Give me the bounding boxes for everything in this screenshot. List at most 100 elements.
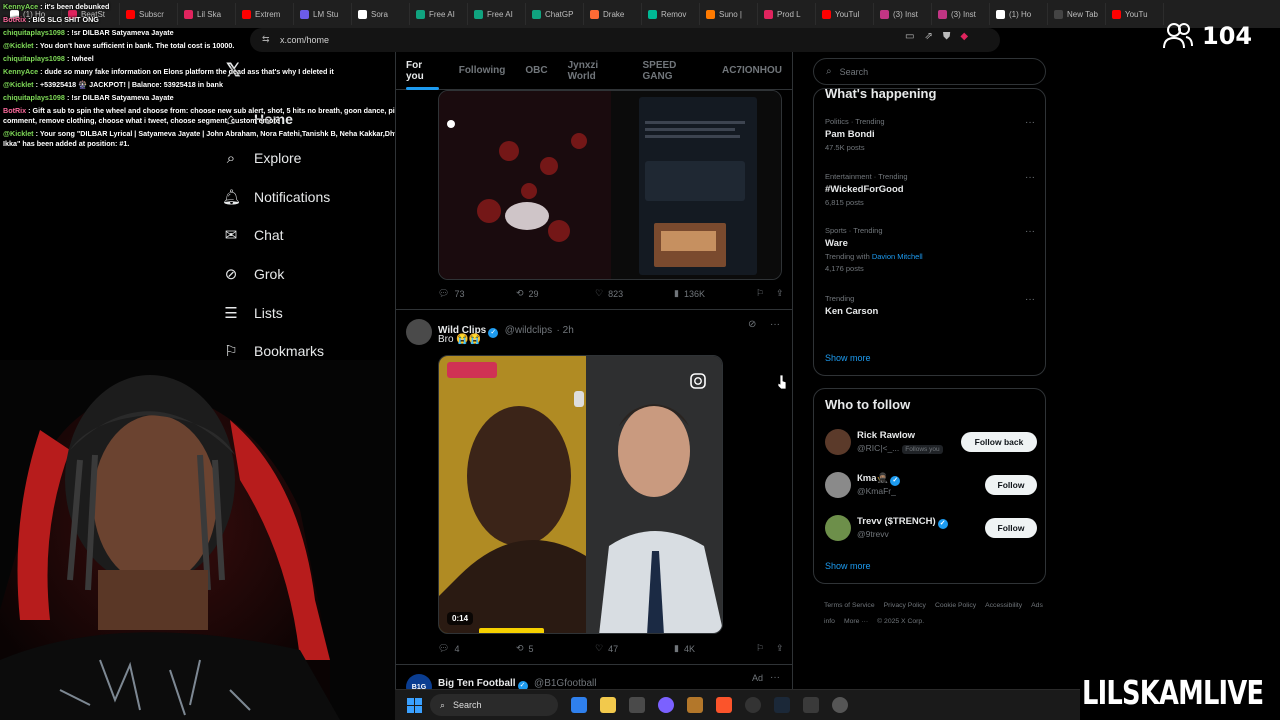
avatar[interactable] bbox=[825, 429, 851, 455]
repost-button[interactable]: ⟲ 5 bbox=[516, 643, 595, 654]
trend-item[interactable]: Trending Ken Carson ··· bbox=[825, 294, 1035, 317]
show-more-follow-link[interactable]: Show more bbox=[825, 561, 871, 571]
more-options-icon[interactable]: ··· bbox=[1025, 226, 1035, 237]
chat-username[interactable]: chiquitaplays1098 bbox=[3, 28, 65, 37]
nav-item-chat[interactable]: ✉ Chat bbox=[222, 216, 392, 255]
trend-item[interactable]: Entertainment · Trending #WickedForGood 6,… bbox=[825, 172, 1035, 207]
suggested-user-name[interactable]: Rick Rawlow bbox=[857, 430, 915, 441]
post-media-image[interactable] bbox=[438, 90, 782, 280]
extension-icon[interactable]: ◆ bbox=[960, 31, 968, 42]
author-name[interactable]: Big Ten Football bbox=[438, 678, 516, 689]
share-icon[interactable]: ⇗ bbox=[924, 31, 932, 42]
feed-tab[interactable]: OBC bbox=[515, 52, 557, 90]
follow-suggestion[interactable]: Trevv ($TRENCH) ✓ @9trevv Follow bbox=[825, 515, 1037, 545]
feed-tab[interactable]: For you bbox=[396, 52, 449, 90]
follow-back-button[interactable]: Follow back bbox=[961, 432, 1037, 452]
chat-username[interactable]: chiquitaplays1098 bbox=[3, 54, 65, 63]
reply-button[interactable]: 💬︎ 4 bbox=[438, 643, 516, 654]
post-time[interactable]: · 2h bbox=[557, 325, 574, 336]
follow-button[interactable]: Follow bbox=[985, 475, 1037, 495]
follow-suggestion[interactable]: Кma🥷🏽 ✓ @KmaFr_ Follow bbox=[825, 472, 1037, 502]
browser-tab[interactable]: (1) Ho bbox=[990, 3, 1048, 25]
search-input[interactable]: ⌕ Search bbox=[813, 58, 1046, 85]
browser-tab[interactable]: Prod L bbox=[758, 3, 816, 25]
follow-button[interactable]: Follow bbox=[985, 518, 1037, 538]
avatar[interactable] bbox=[825, 472, 851, 498]
chat-username[interactable]: KennyAce bbox=[3, 2, 38, 11]
browser-tab[interactable]: New Tab bbox=[1048, 3, 1106, 25]
share-button[interactable]: ⇪ bbox=[776, 288, 784, 299]
browser-tab[interactable]: Free AI bbox=[468, 3, 526, 25]
chat-username[interactable]: @Kicklet bbox=[3, 41, 34, 50]
brave-browser-icon[interactable] bbox=[716, 697, 732, 713]
reply-button[interactable]: 💬︎ 73 bbox=[438, 288, 516, 299]
feed-tab[interactable]: AC7IONHOU bbox=[712, 52, 792, 90]
feed-tab[interactable]: Jynxzi World bbox=[558, 52, 633, 90]
browser-tab[interactable]: (3) Inst bbox=[932, 3, 990, 25]
more-options-icon[interactable]: ··· bbox=[1025, 294, 1035, 305]
author-handle[interactable]: @wildclips bbox=[505, 325, 552, 336]
trend-item[interactable]: Sports · Trending Ware Trending with Davio… bbox=[825, 226, 1035, 273]
file-explorer-icon[interactable] bbox=[600, 697, 616, 713]
feed-tab[interactable]: SPEED GANG bbox=[632, 52, 712, 90]
repost-button[interactable]: ⟲ 29 bbox=[516, 288, 595, 299]
nav-item-grok[interactable]: ⊘ Grok bbox=[222, 255, 392, 294]
bookmark-button[interactable]: ⚐ bbox=[756, 643, 776, 654]
more-options-icon[interactable]: ··· bbox=[770, 319, 780, 330]
wild-clips-avatar[interactable] bbox=[406, 319, 432, 345]
footer-link[interactable]: Accessibility bbox=[985, 602, 1022, 609]
grok-icon[interactable]: ⊘ bbox=[748, 319, 756, 330]
more-options-icon[interactable]: ··· bbox=[1025, 117, 1035, 128]
chat-username[interactable]: @Kicklet bbox=[3, 80, 34, 89]
app-icon[interactable] bbox=[687, 697, 703, 713]
obs-icon[interactable] bbox=[745, 697, 761, 713]
browser-tab[interactable]: Drake bbox=[584, 3, 642, 25]
footer-link[interactable]: © 2025 X Corp. bbox=[877, 618, 924, 625]
suggested-user-name[interactable]: Trevv ($TRENCH) ✓ bbox=[857, 516, 950, 529]
4k-app-icon[interactable] bbox=[832, 697, 848, 713]
suggested-user-name[interactable]: Кma🥷🏽 ✓ bbox=[857, 473, 902, 486]
browser-tab[interactable]: (3) Inst bbox=[874, 3, 932, 25]
chat-username[interactable]: KennyAce bbox=[3, 67, 38, 76]
avatar[interactable] bbox=[825, 515, 851, 541]
chat-username[interactable]: BotRix bbox=[3, 15, 26, 24]
browser-tab[interactable]: Remov bbox=[642, 3, 700, 25]
nav-item-lists[interactable]: ☰ Lists bbox=[222, 293, 392, 332]
nav-item-notifications[interactable]: 🔔︎ Notifications bbox=[222, 177, 392, 216]
screenshot-icon[interactable]: ▭ bbox=[905, 31, 914, 42]
chat-username[interactable]: chiquitaplays1098 bbox=[3, 93, 65, 102]
browser-tab[interactable]: ChatGP bbox=[526, 3, 584, 25]
author-handle[interactable]: @B1Gfootball bbox=[534, 678, 596, 689]
copilot-icon[interactable] bbox=[571, 697, 587, 713]
app-icon[interactable] bbox=[803, 697, 819, 713]
discord-icon[interactable] bbox=[658, 697, 674, 713]
like-button[interactable]: ♡ 47 bbox=[595, 643, 674, 654]
like-button[interactable]: ♡ 823 bbox=[595, 288, 674, 299]
browser-tab[interactable]: YouTu bbox=[1106, 3, 1164, 25]
footer-link[interactable]: Privacy Policy bbox=[884, 602, 926, 609]
follow-suggestion[interactable]: Rick Rawlow @RIC|<_... Follows you Follow b… bbox=[825, 429, 1037, 459]
browser-tab[interactable]: Suno | bbox=[700, 3, 758, 25]
post-video[interactable]: 0:14 bbox=[438, 355, 723, 634]
store-icon[interactable] bbox=[629, 697, 645, 713]
browser-tab[interactable]: YouTul bbox=[816, 3, 874, 25]
shield-icon[interactable]: ⛊ bbox=[943, 31, 951, 42]
footer-link[interactable]: Cookie Policy bbox=[935, 602, 976, 609]
bookmark-button[interactable]: ⚐ bbox=[756, 288, 776, 299]
trend-item[interactable]: Politics · Trending Pam Bondi 47.5K posts ·… bbox=[825, 117, 1035, 152]
chat-username[interactable]: @Kicklet bbox=[3, 129, 34, 138]
feed-tab[interactable]: Following bbox=[449, 52, 516, 90]
chat-username[interactable]: BotRix bbox=[3, 106, 26, 115]
show-more-trends-link[interactable]: Show more bbox=[825, 353, 871, 363]
trending-with-link[interactable]: Davion Mitchell bbox=[872, 252, 923, 261]
windows-start-icon[interactable] bbox=[407, 697, 422, 713]
views-button[interactable]: ▮ 136K bbox=[674, 288, 756, 299]
footer-link[interactable]: More ··· bbox=[844, 618, 868, 625]
views-button[interactable]: ▮ 4K bbox=[674, 643, 756, 654]
share-button[interactable]: ⇪ bbox=[776, 643, 784, 654]
more-options-icon[interactable]: ··· bbox=[1025, 172, 1035, 183]
taskbar-search[interactable]: ⌕ Search bbox=[430, 694, 558, 716]
steam-icon[interactable] bbox=[774, 697, 790, 713]
footer-link[interactable]: Terms of Service bbox=[824, 602, 875, 609]
more-options-icon[interactable]: ··· bbox=[770, 672, 780, 683]
